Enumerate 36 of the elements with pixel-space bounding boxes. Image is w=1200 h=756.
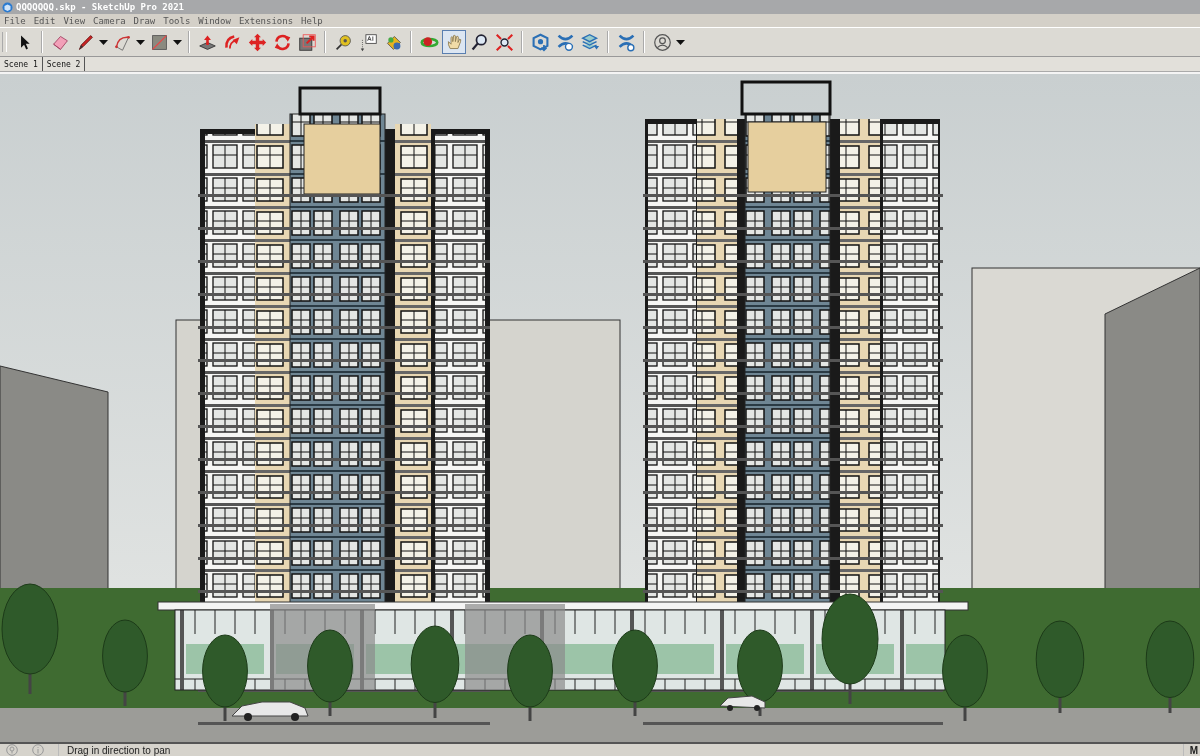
account-icon: [652, 32, 672, 52]
app-logo-icon: [2, 1, 13, 13]
menu-item[interactable]: Extensions: [234, 14, 298, 27]
location-pin-icon: [6, 744, 18, 756]
caret-icon: [99, 39, 108, 45]
window-title: QQQQQQQ.skp - SketchUp Pro 2021: [16, 2, 184, 12]
menu-item[interactable]: Camera: [89, 14, 130, 27]
caret-icon: [136, 39, 145, 45]
info-icon: [32, 744, 44, 756]
warehouse-icon: [530, 32, 550, 52]
scale-icon: [297, 32, 317, 52]
menu-item[interactable]: Edit: [29, 14, 60, 27]
menu-item[interactable]: View: [59, 14, 90, 27]
menu-item[interactable]: Tools: [159, 14, 195, 27]
zoom-icon: [469, 32, 489, 52]
rectangle-icon: [149, 32, 169, 52]
zoom-extents-icon: [494, 32, 514, 52]
move-icon: [247, 32, 267, 52]
status-message: Drag in direction to pan: [67, 744, 172, 756]
scene-tab[interactable]: Scene 1: [0, 57, 43, 71]
menu-item[interactable]: File: [0, 14, 30, 27]
tape-measure-icon: [333, 32, 353, 52]
measurements-label: M: [1189, 744, 1199, 756]
stacked-layers-icon: [580, 32, 600, 52]
menu-item[interactable]: Draw: [129, 14, 160, 27]
menu-item[interactable]: Help: [297, 14, 327, 27]
share-model-icon: [555, 32, 575, 52]
caret-icon: [173, 39, 182, 45]
extension-icon: [616, 32, 636, 52]
follow-me-icon: [222, 32, 242, 52]
menu-item[interactable]: Window: [194, 14, 235, 27]
caret-icon: [676, 39, 685, 45]
text-label-icon: [358, 32, 378, 52]
scene-tab[interactable]: Scene 2: [42, 57, 86, 71]
pencil-icon: [75, 32, 95, 52]
rotate-icon: [272, 32, 292, 52]
